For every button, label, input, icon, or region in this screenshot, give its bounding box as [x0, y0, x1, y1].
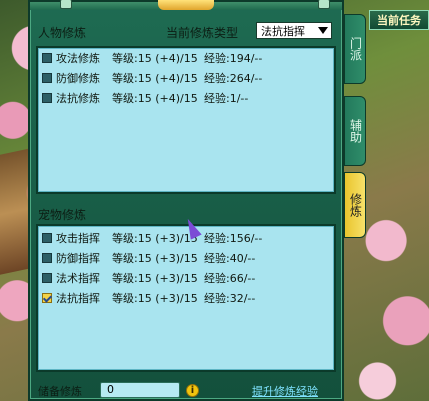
- tab-label: 辅助: [348, 119, 363, 143]
- row-checkbox[interactable]: [42, 53, 52, 63]
- skill-name: 防御修炼: [56, 72, 100, 85]
- skill-exp: 经验:32/--: [204, 292, 256, 305]
- pet-cultivation-panel: 攻击指挥 等级:15 (+3)/15 经验:156/-- 防御指挥 等级:15 …: [36, 224, 336, 372]
- current-quest-tab[interactable]: 当前任务: [369, 10, 429, 30]
- cultivation-window: 人物修炼 当前修炼类型 法抗指挥 攻法修炼 等级:15 (+4)/15 经验:1…: [28, 0, 344, 401]
- skill-exp: 经验:66/--: [204, 272, 256, 285]
- help-button[interactable]: [60, 0, 72, 9]
- chevron-down-icon: [318, 27, 328, 34]
- cultivation-type-value: 法抗指挥: [261, 24, 305, 38]
- list-item[interactable]: 法抗修炼 等级:15 (+4)/15 经验:1/--: [42, 90, 332, 106]
- upgrade-exp-link[interactable]: 提升修炼经验: [252, 383, 318, 399]
- row-checkbox[interactable]: [42, 253, 52, 263]
- skill-name: 防御指挥: [56, 252, 100, 265]
- skill-name: 法抗指挥: [56, 292, 100, 305]
- skill-level: 等级:15 (+3)/15: [112, 292, 198, 305]
- tab-auxiliary[interactable]: 辅助: [344, 96, 366, 166]
- bottom-bar: 储备修炼 0 i 提升修炼经验: [36, 382, 336, 400]
- skill-exp: 经验:264/--: [204, 72, 263, 85]
- cultivation-type-label: 当前修炼类型: [166, 26, 239, 40]
- skill-name: 攻击指挥: [56, 232, 100, 245]
- skill-level: 等级:15 (+4)/15: [112, 72, 198, 85]
- list-item[interactable]: 法术指挥 等级:15 (+3)/15 经验:66/--: [42, 270, 332, 286]
- reserve-label: 储备修炼: [38, 385, 82, 398]
- skill-exp: 经验:1/--: [204, 92, 249, 105]
- skill-exp: 经验:194/--: [204, 52, 263, 65]
- row-checkbox[interactable]: [42, 233, 52, 243]
- list-item[interactable]: 防御修炼 等级:15 (+4)/15 经验:264/--: [42, 70, 332, 86]
- person-cultivation-panel: 攻法修炼 等级:15 (+4)/15 经验:194/-- 防御修炼 等级:15 …: [36, 46, 336, 194]
- skill-name: 法抗修炼: [56, 92, 100, 105]
- row-checkbox[interactable]: [42, 73, 52, 83]
- tab-cultivation[interactable]: 修炼: [344, 172, 366, 238]
- list-item[interactable]: 防御指挥 等级:15 (+3)/15 经验:40/--: [42, 250, 332, 266]
- list-item[interactable]: 法抗指挥 等级:15 (+3)/15 经验:32/--: [42, 290, 332, 306]
- cultivation-type-select[interactable]: 法抗指挥: [256, 22, 332, 39]
- list-item[interactable]: 攻法修炼 等级:15 (+4)/15 经验:194/--: [42, 50, 332, 66]
- reserve-value-field[interactable]: 0: [100, 382, 180, 398]
- tab-sect[interactable]: 门派: [344, 14, 366, 84]
- skill-name: 法术指挥: [56, 272, 100, 285]
- skill-level: 等级:15 (+4)/15: [112, 52, 198, 65]
- tab-label: 门派: [348, 37, 363, 61]
- skill-exp: 经验:156/--: [204, 232, 263, 245]
- close-button[interactable]: [318, 0, 330, 9]
- row-checkbox[interactable]: [42, 273, 52, 283]
- skill-exp: 经验:40/--: [204, 252, 256, 265]
- skill-level: 等级:15 (+3)/15: [112, 272, 198, 285]
- skill-level: 等级:15 (+3)/15: [112, 252, 198, 265]
- info-icon[interactable]: i: [186, 384, 199, 397]
- row-checkbox[interactable]: [42, 93, 52, 103]
- window-title-ornament: [158, 0, 214, 10]
- row-checkbox-checked[interactable]: [42, 293, 52, 303]
- skill-level: 等级:15 (+4)/15: [112, 92, 198, 105]
- person-section-title: 人物修炼: [38, 26, 87, 40]
- tab-label: 修炼: [348, 193, 363, 217]
- pet-section-title: 宠物修炼: [38, 208, 87, 222]
- skill-name: 攻法修炼: [56, 52, 100, 65]
